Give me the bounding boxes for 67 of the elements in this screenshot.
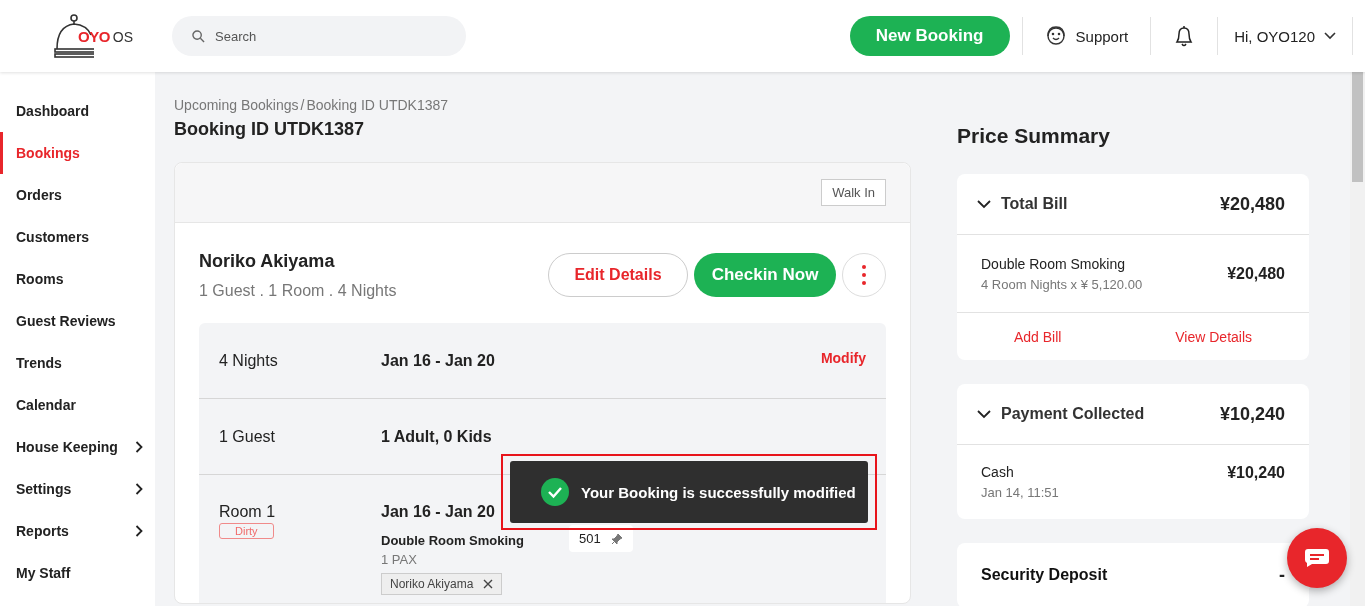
guest-chip[interactable]: Noriko Akiyama (381, 573, 503, 595)
search-icon (192, 30, 205, 43)
breadcrumb-link[interactable]: Upcoming Bookings (174, 97, 299, 113)
pax-count: 1 PAX (381, 552, 417, 567)
chevron-right-icon (135, 483, 143, 495)
sidebar-item[interactable]: My Staff (0, 552, 155, 594)
scrollbar[interactable] (1350, 72, 1365, 606)
user-menu[interactable]: Hi, OYO120 (1230, 27, 1340, 45)
room-status-tag: Dirty (219, 523, 274, 539)
row-label: 4 Nights (219, 351, 279, 370)
room-label: Room 1 (219, 503, 277, 521)
row-label: 1 Guest (219, 427, 277, 446)
item-name: Double Room Smoking (981, 255, 1126, 272)
logo-brand: OYO (78, 28, 110, 45)
source-tag: Walk In (821, 179, 886, 206)
sidebar-item[interactable]: Trends (0, 342, 155, 384)
chevron-down-icon (1324, 32, 1336, 40)
section-label: Security Deposit (981, 566, 1108, 584)
deposit-amount: - (1279, 564, 1285, 586)
payment-method: Cash (981, 464, 1015, 480)
item-amount: ¥20,480 (1227, 264, 1285, 283)
action-link[interactable]: Add Bill (1013, 328, 1062, 345)
row-value: Jan 16 - Jan 20 (381, 351, 495, 370)
sidebar-item[interactable]: House Keeping (0, 426, 155, 468)
chevron-down-icon[interactable] (977, 409, 991, 419)
section-label: Total Bill (1001, 195, 1068, 213)
chevron-right-icon (135, 441, 143, 453)
row-value: 1 Adult, 0 Kids (381, 427, 492, 446)
action-link[interactable]: View Details (1175, 328, 1253, 345)
logo-suffix: OS (112, 29, 134, 45)
bell-icon[interactable] (1174, 25, 1195, 47)
page-title: Booking ID UTDK1387 (174, 119, 366, 140)
room-type: Double Room Smoking (381, 533, 524, 548)
check-icon (541, 478, 569, 506)
modify-link[interactable]: Modify (820, 350, 866, 366)
breadcrumb-separator: / (300, 97, 305, 113)
sidebar-item[interactable]: Calendar (0, 384, 155, 426)
sidebar-item[interactable]: Guest Reviews (0, 300, 155, 342)
room-number-field[interactable]: 501 (569, 525, 633, 552)
chat-icon (1304, 548, 1330, 568)
pin-icon (610, 532, 623, 545)
breadcrumb-link[interactable]: Booking ID UTDK1387 (306, 97, 449, 113)
sidebar-item[interactable]: Rooms (0, 258, 155, 300)
sidebar-item[interactable]: Dashboard (0, 90, 155, 132)
section-label: Payment Collected (1001, 405, 1145, 423)
support-link[interactable]: Support (1034, 25, 1139, 47)
item-detail: 4 Room Nights x ¥ 5,120.00 (981, 276, 1143, 292)
chevron-right-icon (135, 525, 143, 537)
price-summary-title: Price Summary (957, 124, 1111, 148)
logo[interactable]: OYO OS (54, 13, 172, 59)
guest-name: Noriko Akiyama (199, 251, 336, 272)
toast-message: Your Booking is successfully modified (581, 483, 856, 501)
payment-date: Jan 14, 11:51 (981, 485, 1059, 500)
search-field[interactable]: Search (172, 16, 466, 56)
edit-details-button[interactable]: Edit Details (548, 253, 688, 297)
sidebar-item[interactable]: Customers (0, 216, 155, 258)
sidebar-item[interactable]: Settings (0, 468, 155, 510)
chevron-down-icon[interactable] (977, 199, 991, 209)
total-amount: ¥20,480 (1219, 193, 1285, 215)
item-amount: ¥10,240 (1227, 464, 1285, 482)
more-icon (862, 265, 866, 285)
sidebar-item[interactable]: Orders (0, 174, 155, 216)
room-dates: Jan 16 - Jan 20 (381, 503, 495, 521)
close-icon (483, 579, 494, 589)
sidebar-item[interactable]: Reports (0, 510, 155, 552)
payment-amount: ¥10,240 (1219, 403, 1285, 425)
booking-summary: 1 Guest . 1 Room . 4 Nights (199, 282, 397, 300)
